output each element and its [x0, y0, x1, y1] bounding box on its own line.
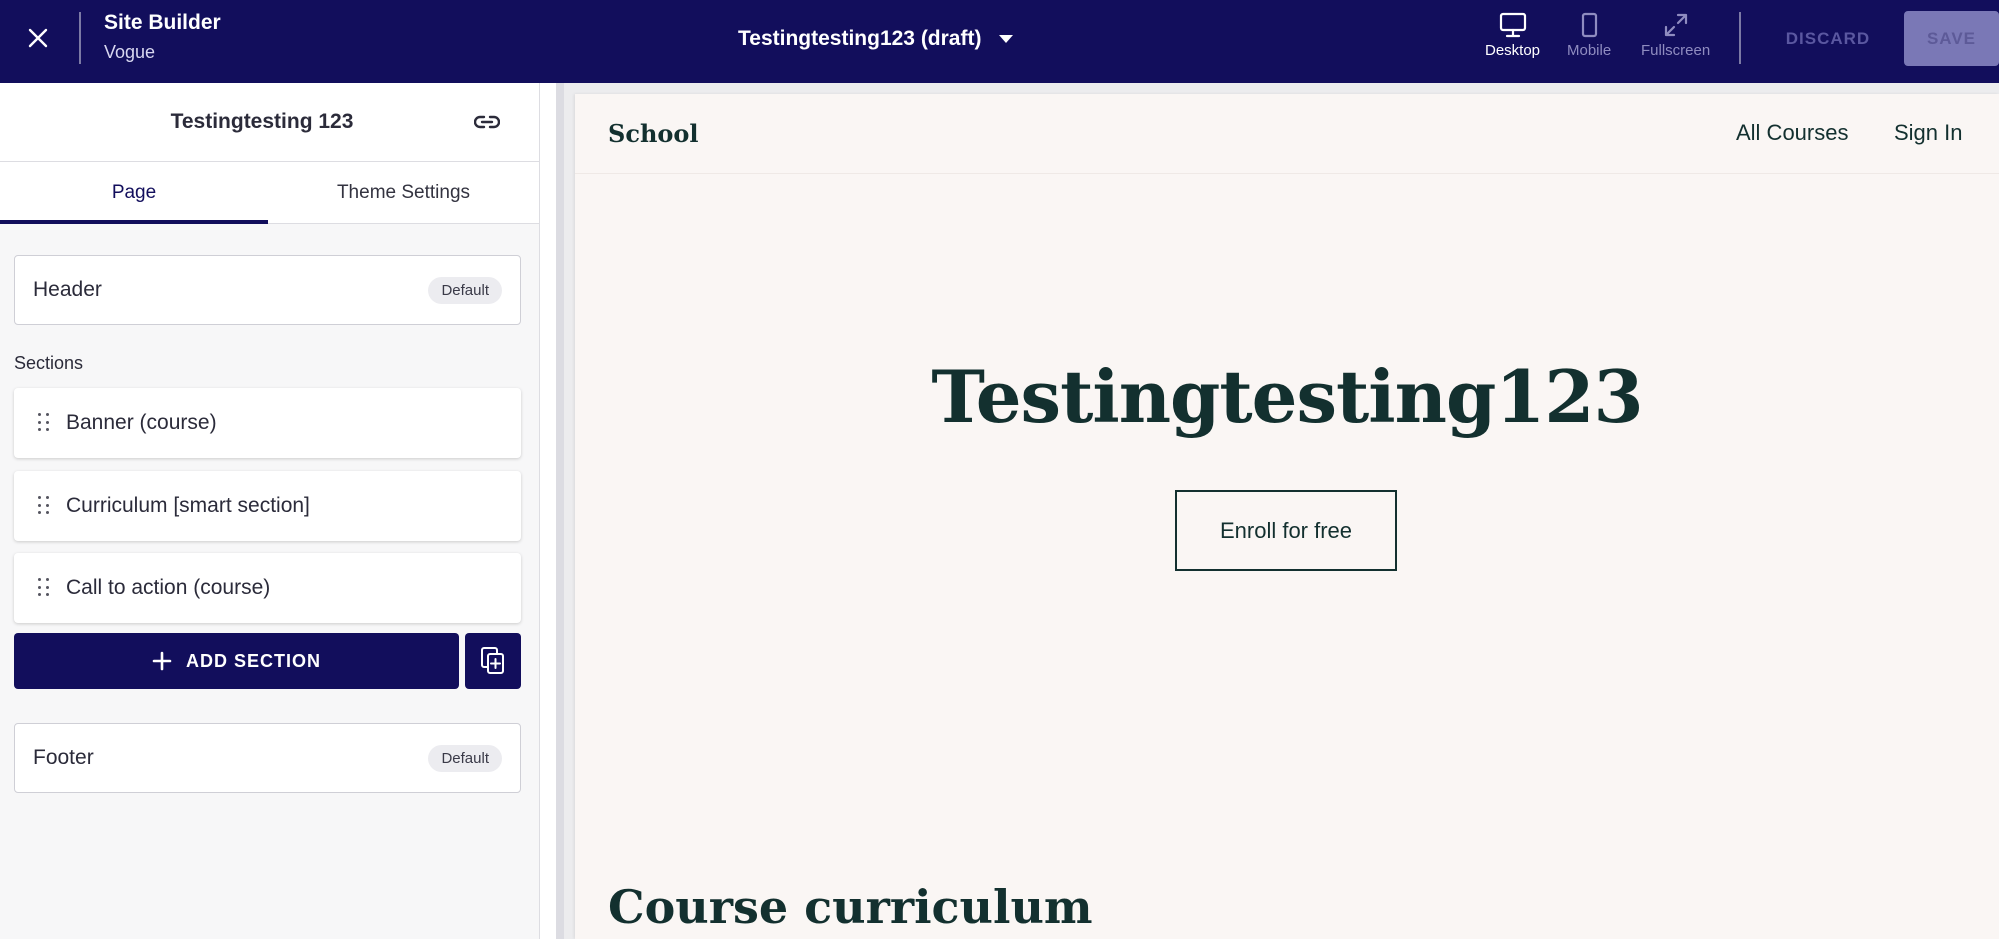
panel-resize-handle[interactable] [556, 83, 564, 939]
section-item-label: Curriculum [smart section] [66, 494, 310, 517]
app-title: Site Builder [104, 11, 221, 34]
footer-card[interactable]: Footer Default [14, 723, 521, 793]
view-fullscreen-label: Fullscreen [1641, 42, 1711, 59]
section-item-label: Call to action (course) [66, 576, 271, 599]
link-icon [474, 115, 500, 129]
top-bar: Site Builder Vogue Testingtesting123 (dr… [0, 0, 1999, 83]
hero-title: Testingtesting123 [931, 354, 1643, 439]
fullscreen-icon [1664, 13, 1687, 37]
header-default-badge: Default [428, 276, 502, 304]
enroll-button[interactable]: Enroll for free [1175, 490, 1397, 571]
site-header: School All Courses Sign In [575, 94, 1999, 174]
drag-handle-icon[interactable] [38, 496, 52, 516]
footer-card-label: Footer [33, 746, 94, 769]
tab-theme-settings[interactable]: Theme Settings [268, 162, 539, 224]
drag-handle-icon[interactable] [38, 578, 52, 598]
panel-title-row: Testingtesting 123 [0, 83, 539, 162]
view-desktop-label: Desktop [1485, 42, 1541, 59]
drag-handle-icon[interactable] [38, 413, 52, 433]
site-name: Vogue [104, 42, 156, 62]
add-section-label: ADD SECTION [185, 650, 321, 671]
header-card-label: Header [33, 278, 102, 301]
copy-add-icon [481, 647, 504, 674]
view-desktop-button[interactable]: Desktop [1485, 12, 1540, 59]
nav-link-sign-in[interactable]: Sign In [1894, 120, 1963, 146]
view-mobile-label: Mobile [1567, 42, 1612, 59]
site-logo[interactable]: School [608, 119, 699, 148]
page-selector[interactable]: Testingtesting123 (draft) [738, 23, 1014, 55]
topbar-divider [79, 12, 81, 64]
close-button[interactable] [20, 20, 56, 56]
topbar-divider-right [1739, 12, 1741, 64]
view-fullscreen-button[interactable]: Fullscreen [1641, 12, 1710, 59]
nav-link-all-courses[interactable]: All Courses [1736, 120, 1848, 146]
section-item[interactable]: Call to action (course) [14, 553, 521, 623]
desktop-icon [1499, 12, 1526, 38]
section-item-label: Banner (course) [66, 411, 217, 434]
section-item[interactable]: Banner (course) [14, 388, 521, 458]
add-section-button[interactable]: ADD SECTION [14, 633, 459, 689]
editor-panel: Testingtesting 123 Page Theme Settings H… [0, 83, 540, 939]
sections-label: Sections [14, 353, 84, 373]
copy-link-button[interactable] [472, 107, 502, 137]
mobile-icon [1581, 12, 1598, 38]
site-preview: School All Courses Sign In Testingtestin… [575, 94, 1999, 939]
plus-icon [152, 651, 172, 671]
tab-page[interactable]: Page [0, 162, 268, 224]
add-from-library-button[interactable] [465, 633, 521, 689]
panel-title: Testingtesting 123 [170, 110, 354, 133]
header-card[interactable]: Header Default [14, 255, 521, 325]
panel-tabs: Page Theme Settings [0, 162, 539, 224]
save-button[interactable]: SAVE [1904, 11, 1999, 66]
caret-down-icon [999, 34, 1014, 43]
discard-button[interactable]: DISCARD [1772, 11, 1884, 66]
page-selector-label: Testingtesting123 (draft) [738, 27, 982, 50]
close-icon [28, 28, 48, 48]
curriculum-heading: Course curriculum [608, 880, 1093, 934]
footer-default-badge: Default [428, 744, 502, 772]
section-item[interactable]: Curriculum [smart section] [14, 471, 521, 541]
view-mobile-button[interactable]: Mobile [1567, 12, 1611, 59]
